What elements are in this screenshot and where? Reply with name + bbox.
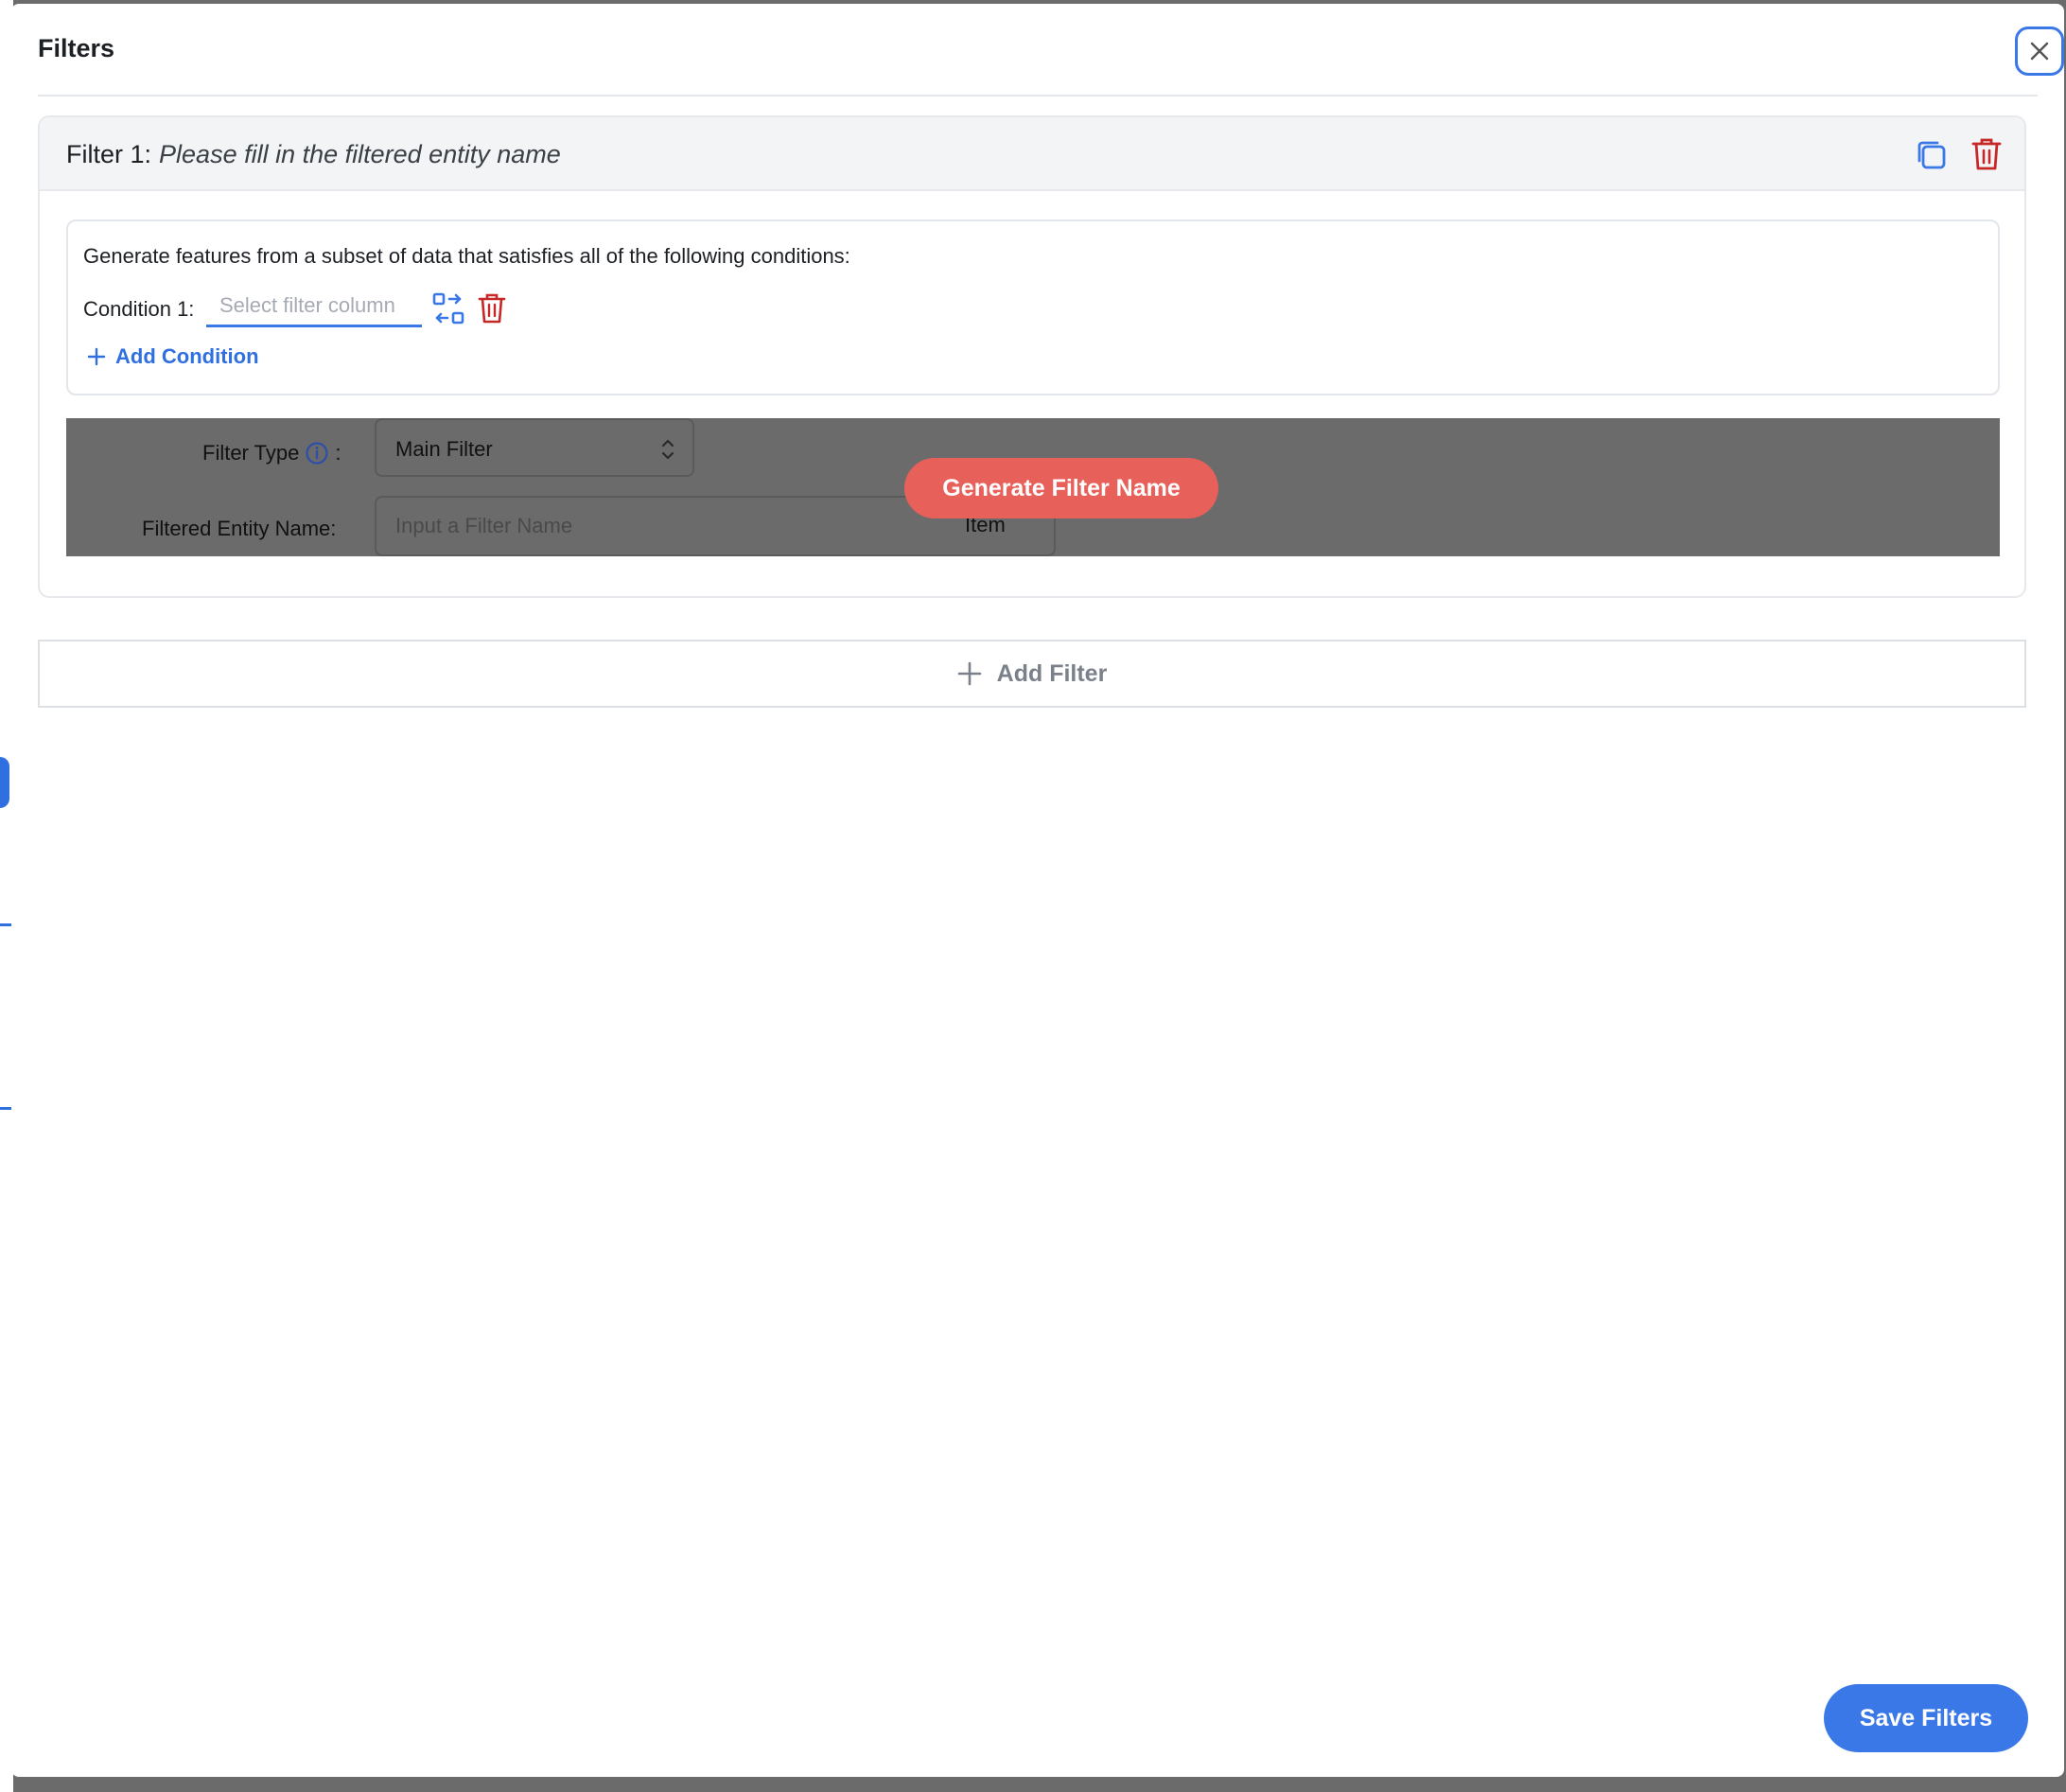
filter-hint: Please fill in the filtered entity name [159, 140, 561, 168]
copy-icon[interactable] [1915, 138, 1949, 172]
filter-type-text: Filter Type [202, 441, 300, 465]
add-condition-label: Add Condition [115, 344, 259, 368]
close-icon [2030, 42, 2049, 61]
filter-card: Filter 1: Please fill in the filtered ent… [38, 115, 2026, 598]
filters-modal: Filters Filter 1: Please fill in the filt… [11, 4, 2064, 1777]
info-icon[interactable] [305, 441, 329, 466]
filter-type-value: Main Filter [395, 437, 493, 461]
generate-filter-name-button[interactable]: Generate Filter Name [904, 458, 1218, 518]
close-button[interactable] [2015, 26, 2064, 76]
swap-icon[interactable] [431, 291, 465, 325]
modal-header: Filters [38, 4, 2064, 97]
filter-type-colon: : [335, 441, 341, 465]
trash-icon[interactable] [1970, 136, 2004, 172]
filtered-entity-label: Filtered Entity Name: [142, 517, 337, 540]
plus-icon [957, 661, 981, 686]
filter-card-header: Filter 1: Please fill in the filtered ent… [40, 117, 2024, 191]
conditions-description: Generate features from a subset of data … [83, 244, 850, 268]
filter-label: Filter 1: [66, 140, 152, 168]
filter-title: Filter 1: Please fill in the filtered ent… [66, 140, 561, 169]
bg-blob [0, 757, 9, 808]
modal-title: Filters [38, 34, 115, 62]
plus-icon [87, 347, 106, 366]
add-filter-button[interactable]: Add Filter [38, 640, 2026, 708]
condition-trash-icon[interactable] [477, 291, 507, 325]
add-filter-label: Add Filter [996, 659, 1108, 687]
filter-type-select[interactable]: Main Filter [375, 418, 694, 477]
filter-type-label: Filter Type : [202, 441, 341, 466]
conditions-box: Generate features from a subset of data … [66, 220, 2000, 395]
condition-label: Condition 1: [83, 297, 195, 321]
condition-column-input[interactable] [206, 286, 422, 327]
save-filters-button[interactable]: Save Filters [1824, 1684, 2028, 1752]
chevron-up-down-icon [661, 439, 674, 460]
add-condition-button[interactable]: Add Condition [87, 344, 259, 369]
filter-settings-overlay: Filter Type : Main Filter Filtered Entit… [66, 418, 2000, 556]
